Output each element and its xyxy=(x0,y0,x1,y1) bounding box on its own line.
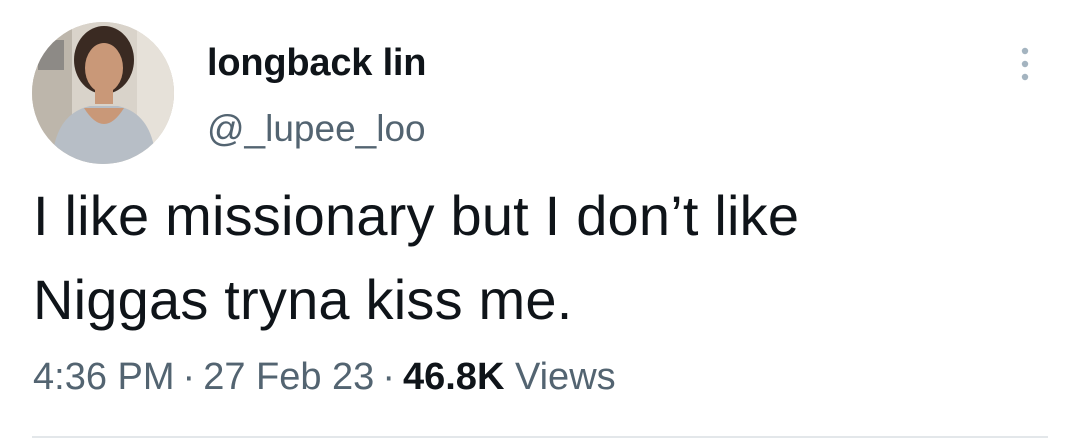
views-label: Views xyxy=(514,356,616,398)
more-vertical-icon xyxy=(1021,47,1029,81)
tweet-meta: 4:36 PM · 27 Feb 23 · 46.8K Views xyxy=(33,352,616,402)
tweet-text: I like missionary but I don’t like Nigga… xyxy=(33,174,1043,342)
tweet-text-line: I like missionary but I don’t like xyxy=(33,184,800,247)
tweet-text-line: Niggas tryna kiss me. xyxy=(33,268,573,331)
views-count: 46.8K xyxy=(402,356,505,398)
tweet-date[interactable]: 27 Feb 23 xyxy=(203,356,374,398)
tweet-card: longback lin @_lupee_loo I like missiona… xyxy=(0,0,1080,444)
user-avatar-icon xyxy=(32,22,174,164)
avatar[interactable] xyxy=(32,22,174,164)
more-options-button[interactable] xyxy=(1008,42,1040,86)
display-name[interactable]: longback lin xyxy=(207,40,426,86)
meta-separator: · xyxy=(182,356,196,398)
meta-separator: · xyxy=(382,356,395,398)
tweet-time[interactable]: 4:36 PM xyxy=(33,356,175,398)
user-handle[interactable]: @_lupee_loo xyxy=(207,106,426,152)
divider xyxy=(32,436,1048,438)
